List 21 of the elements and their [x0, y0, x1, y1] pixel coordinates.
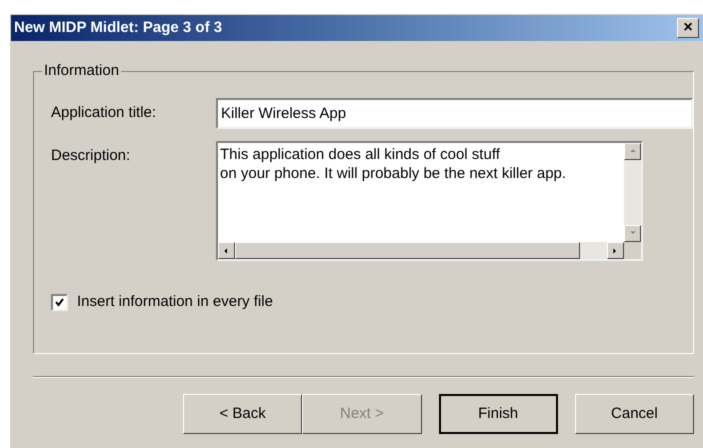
description-text-area[interactable]: This application does all kinds of cool stuff on your phone. It will probably be the next killer app.: [216, 141, 643, 261]
scroll-arrow-button[interactable]: [607, 242, 624, 259]
scroll-thumb[interactable]: [235, 242, 580, 259]
field-label: Application title:: [51, 103, 158, 123]
scroll-arrow-button[interactable]: [218, 242, 235, 259]
wizard-button[interactable]: < Back: [183, 394, 302, 434]
wizard-button[interactable]: Cancel: [574, 394, 694, 434]
horizontal-scrollbar[interactable]: [218, 242, 641, 259]
title-input-field[interactable]: Killer Wireless App: [216, 98, 693, 129]
field-label: Description:: [51, 146, 132, 166]
vertical-scrollbar[interactable]: [624, 143, 641, 242]
checkbox[interactable]: [51, 294, 68, 311]
description-text: This application does all kinds of cool stuff on your phone. It will probably be the next killer app.: [219, 145, 568, 184]
window-title: New MIDP Midlet: Page 3 of 3: [14, 18, 224, 38]
wizard-button[interactable]: Finish: [438, 394, 558, 434]
scroll-arrow-button[interactable]: [624, 225, 641, 242]
scroll-arrow-button[interactable]: [624, 143, 641, 160]
scrollbar-corner: [624, 242, 641, 259]
close-button[interactable]: ×: [677, 18, 699, 38]
checkbox-label: Insert information in every file: [77, 292, 273, 312]
check-icon: [55, 298, 64, 307]
